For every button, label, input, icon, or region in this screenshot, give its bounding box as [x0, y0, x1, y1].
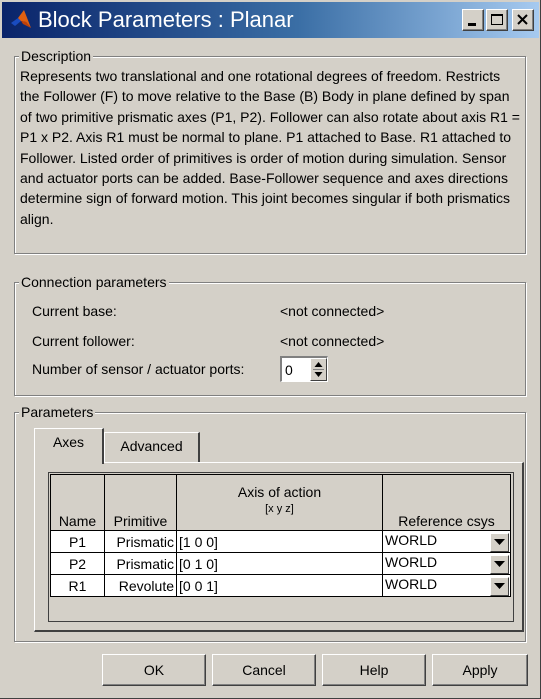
table-header-row: Name Primitive Axis of action [x y z] Re… [50, 474, 511, 531]
minimize-icon [468, 23, 476, 26]
table-row: P2 Prismatic [0 1 0] WORLD [50, 552, 511, 575]
connection-legend: Connection parameters [19, 273, 169, 291]
current-follower-value: <not connected> [280, 333, 385, 349]
tab-advanced[interactable]: Advanced [104, 432, 200, 462]
axis-input[interactable]: [1 0 0] [176, 530, 383, 553]
row-name: P1 [50, 530, 105, 553]
description-legend: Description [19, 47, 94, 65]
csys-dropdown[interactable]: WORLD [382, 552, 511, 575]
col-header-name: Name [50, 474, 105, 531]
table-row: P1 Prismatic [1 0 0] WORLD [50, 530, 511, 553]
row-name: R1 [50, 574, 105, 597]
title-bar[interactable]: Block Parameters : Planar [2, 2, 539, 38]
matlab-logo-icon [10, 9, 32, 31]
axis-input[interactable]: [0 0 1] [176, 574, 383, 597]
col-header-axis: Axis of action [x y z] [176, 474, 383, 531]
row-name: P2 [50, 552, 105, 575]
ports-spinner[interactable]: 0 [280, 356, 328, 382]
current-base-label: Current base: [32, 303, 117, 319]
chevron-down-icon[interactable] [490, 576, 509, 596]
maximize-icon [491, 14, 503, 25]
csys-value: WORLD [385, 531, 438, 548]
parameters-legend: Parameters [19, 403, 96, 421]
axis-input[interactable]: [0 1 0] [176, 552, 383, 575]
tab-axes-label: Axes [52, 434, 85, 450]
ports-label: Number of sensor / actuator ports: [32, 361, 245, 377]
csys-value: WORLD [385, 575, 438, 592]
apply-button[interactable]: Apply [432, 654, 528, 686]
row-primitive: Prismatic [104, 552, 177, 575]
minimize-button[interactable] [462, 9, 484, 31]
axes-table: Name Primitive Axis of action [x y z] Re… [50, 474, 511, 597]
ports-value[interactable]: 0 [285, 361, 293, 379]
window-title: Block Parameters : Planar [38, 7, 294, 32]
row-primitive: Revolute [104, 574, 177, 597]
block-parameters-dialog: Block Parameters : Planar Description Re… [0, 0, 541, 699]
table-row: R1 Revolute [0 0 1] WORLD [50, 574, 511, 597]
chevron-down-icon[interactable] [490, 554, 509, 574]
help-button[interactable]: Help [322, 654, 426, 686]
axis-header-title: Axis of action [237, 484, 322, 500]
col-header-primitive: Primitive [104, 474, 177, 531]
current-base-value: <not connected> [280, 303, 385, 319]
current-follower-label: Current follower: [32, 333, 135, 349]
row-primitive: Prismatic [104, 530, 177, 553]
tab-advanced-label: Advanced [120, 438, 183, 454]
csys-value: WORLD [385, 553, 438, 570]
spin-up-down-icon[interactable] [310, 358, 327, 381]
maximize-button[interactable] [486, 9, 508, 31]
cancel-button[interactable]: Cancel [212, 654, 316, 686]
csys-dropdown[interactable]: WORLD [382, 574, 511, 597]
col-header-csys: Reference csys [382, 474, 511, 531]
csys-dropdown[interactable]: WORLD [382, 530, 511, 553]
chevron-down-icon[interactable] [490, 532, 509, 552]
close-button[interactable] [512, 9, 534, 31]
ok-button[interactable]: OK [102, 654, 206, 686]
tab-axes[interactable]: Axes [34, 428, 104, 464]
description-text: Represents two translational and one rot… [20, 68, 520, 227]
close-icon [517, 14, 528, 25]
axis-header-subtitle: [x y z] [265, 503, 294, 515]
